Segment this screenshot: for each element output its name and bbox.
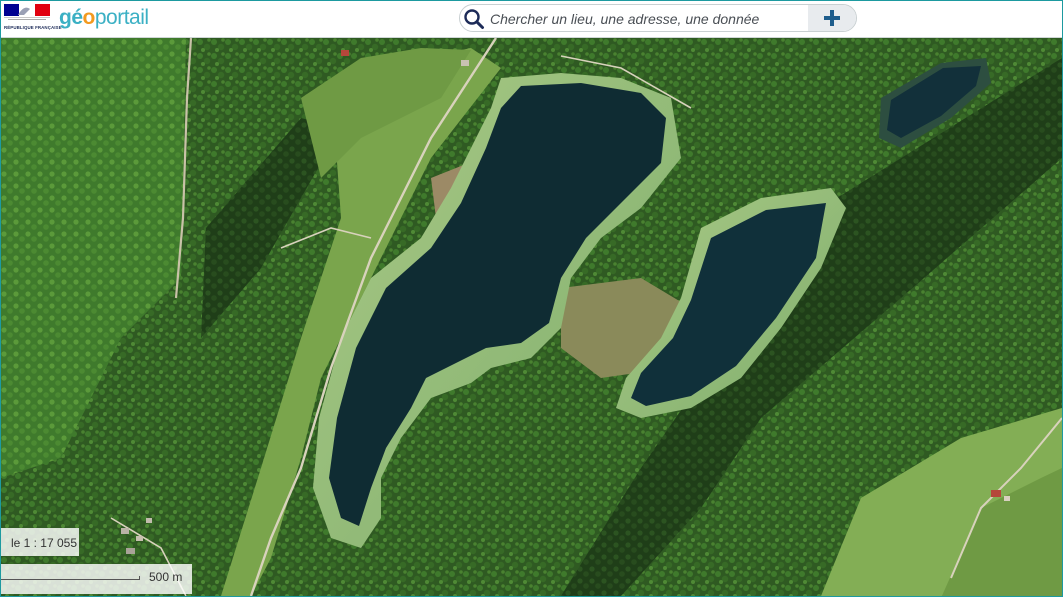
brand-part-2: o	[82, 6, 96, 29]
marianne-flag-icon	[4, 4, 50, 20]
geoportail-logo[interactable]: géoportail	[59, 5, 149, 31]
plus-icon	[824, 10, 840, 26]
header-bar: RÉPUBLIQUE FRANÇAISE géoportail	[1, 1, 1062, 38]
search-bar	[459, 4, 857, 32]
aerial-map[interactable]	[1, 38, 1062, 596]
search-icon[interactable]	[463, 8, 485, 30]
add-data-button[interactable]	[808, 5, 856, 31]
scale-ratio: le 1 : 17 055	[10, 536, 77, 550]
scalebar	[1, 576, 140, 580]
app-frame: RÉPUBLIQUE FRANÇAISE géoportail Chercher…	[0, 0, 1063, 597]
brand-part-3: portail	[94, 6, 149, 29]
republique-francaise-logo[interactable]: RÉPUBLIQUE FRANÇAISE	[4, 4, 62, 34]
search-input[interactable]	[488, 7, 812, 31]
brand-part-1: gé	[59, 6, 83, 29]
scalebar-label: 500 m	[149, 570, 183, 584]
republic-caption: RÉPUBLIQUE FRANÇAISE	[4, 25, 62, 30]
